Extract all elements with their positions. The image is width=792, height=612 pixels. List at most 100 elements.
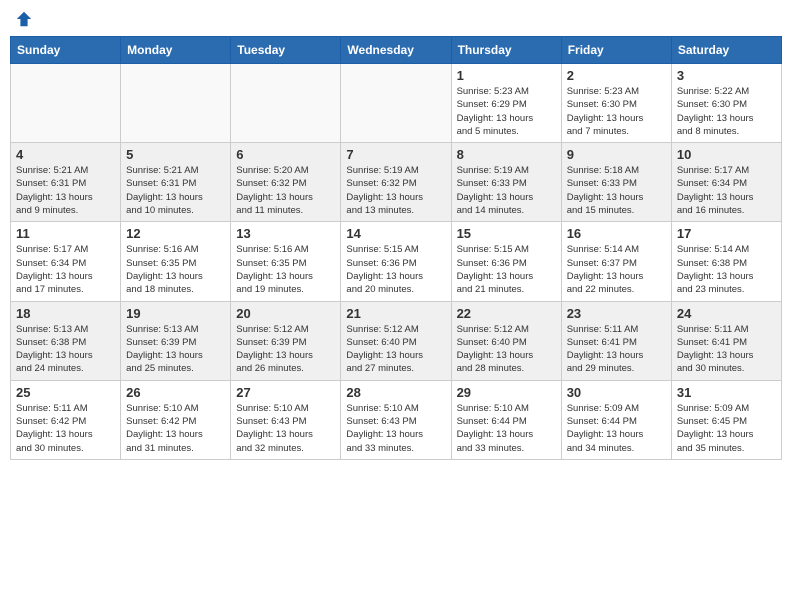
calendar-cell: 22Sunrise: 5:12 AM Sunset: 6:40 PM Dayli… bbox=[451, 301, 561, 380]
calendar-cell: 14 Sunrise: 5:15 AM Sunset: 6:36 PM Dayli… bbox=[341, 222, 451, 301]
calendar-cell: 12 Sunrise: 5:16 AM Sunset: 6:35 PM Dayli… bbox=[121, 222, 231, 301]
day-info: Sunrise: 5:16 AM Sunset: 6:35 PM Dayligh… bbox=[126, 243, 225, 296]
day-number: 28 bbox=[346, 385, 445, 400]
day-info: Sunrise: 5:15 AM Sunset: 6:36 PM Dayligh… bbox=[346, 243, 445, 296]
calendar-cell: 9Sunrise: 5:18 AM Sunset: 6:33 PM Daylig… bbox=[561, 143, 671, 222]
day-info: Sunrise: 5:17 AM Sunset: 6:34 PM Dayligh… bbox=[677, 164, 776, 217]
day-number: 23 bbox=[567, 306, 666, 321]
day-number: 11 bbox=[16, 226, 115, 241]
logo-icon bbox=[15, 10, 33, 28]
logo bbox=[14, 10, 34, 28]
day-info: Sunrise: 5:19 AM Sunset: 6:33 PM Dayligh… bbox=[457, 164, 556, 217]
day-info: Sunrise: 5:11 AM Sunset: 6:42 PM Dayligh… bbox=[16, 402, 115, 455]
calendar-cell: 4 Sunrise: 5:21 AM Sunset: 6:31 PM Daylig… bbox=[11, 143, 121, 222]
calendar-cell: 30 Sunrise: 5:09 AM Sunset: 6:44 PM Dayli… bbox=[561, 380, 671, 459]
calendar-header-row: SundayMondayTuesdayWednesdayThursdayFrid… bbox=[11, 37, 782, 64]
calendar-cell: 31Sunrise: 5:09 AM Sunset: 6:45 PM Dayli… bbox=[671, 380, 781, 459]
day-header-saturday: Saturday bbox=[671, 37, 781, 64]
day-header-tuesday: Tuesday bbox=[231, 37, 341, 64]
calendar-cell: 6 Sunrise: 5:20 AM Sunset: 6:32 PM Daylig… bbox=[231, 143, 341, 222]
day-number: 1 bbox=[457, 68, 556, 83]
calendar-week-row: 18 Sunrise: 5:13 AM Sunset: 6:38 PM Dayli… bbox=[11, 301, 782, 380]
day-info: Sunrise: 5:19 AM Sunset: 6:32 PM Dayligh… bbox=[346, 164, 445, 217]
day-header-sunday: Sunday bbox=[11, 37, 121, 64]
day-info: Sunrise: 5:23 AM Sunset: 6:30 PM Dayligh… bbox=[567, 85, 666, 138]
calendar-cell bbox=[11, 64, 121, 143]
day-number: 8 bbox=[457, 147, 556, 162]
day-info: Sunrise: 5:10 AM Sunset: 6:42 PM Dayligh… bbox=[126, 402, 225, 455]
day-info: Sunrise: 5:14 AM Sunset: 6:37 PM Dayligh… bbox=[567, 243, 666, 296]
day-number: 6 bbox=[236, 147, 335, 162]
day-number: 2 bbox=[567, 68, 666, 83]
day-number: 19 bbox=[126, 306, 225, 321]
day-info: Sunrise: 5:15 AM Sunset: 6:36 PM Dayligh… bbox=[457, 243, 556, 296]
day-info: Sunrise: 5:12 AM Sunset: 6:40 PM Dayligh… bbox=[346, 323, 445, 376]
day-number: 27 bbox=[236, 385, 335, 400]
calendar-cell: 15Sunrise: 5:15 AM Sunset: 6:36 PM Dayli… bbox=[451, 222, 561, 301]
calendar-cell: 27 Sunrise: 5:10 AM Sunset: 6:43 PM Dayli… bbox=[231, 380, 341, 459]
day-header-wednesday: Wednesday bbox=[341, 37, 451, 64]
calendar-cell: 21 Sunrise: 5:12 AM Sunset: 6:40 PM Dayli… bbox=[341, 301, 451, 380]
day-info: Sunrise: 5:13 AM Sunset: 6:39 PM Dayligh… bbox=[126, 323, 225, 376]
calendar-cell: 3 Sunrise: 5:22 AM Sunset: 6:30 PM Daylig… bbox=[671, 64, 781, 143]
day-info: Sunrise: 5:10 AM Sunset: 6:44 PM Dayligh… bbox=[457, 402, 556, 455]
calendar-cell: 24 Sunrise: 5:11 AM Sunset: 6:41 PM Dayli… bbox=[671, 301, 781, 380]
day-number: 14 bbox=[346, 226, 445, 241]
day-info: Sunrise: 5:21 AM Sunset: 6:31 PM Dayligh… bbox=[16, 164, 115, 217]
calendar-cell: 18 Sunrise: 5:13 AM Sunset: 6:38 PM Dayli… bbox=[11, 301, 121, 380]
page-header bbox=[10, 10, 782, 28]
calendar-week-row: 4 Sunrise: 5:21 AM Sunset: 6:31 PM Daylig… bbox=[11, 143, 782, 222]
calendar-cell: 7 Sunrise: 5:19 AM Sunset: 6:32 PM Daylig… bbox=[341, 143, 451, 222]
day-header-thursday: Thursday bbox=[451, 37, 561, 64]
day-number: 26 bbox=[126, 385, 225, 400]
day-info: Sunrise: 5:12 AM Sunset: 6:39 PM Dayligh… bbox=[236, 323, 335, 376]
day-header-monday: Monday bbox=[121, 37, 231, 64]
day-number: 12 bbox=[126, 226, 225, 241]
day-number: 5 bbox=[126, 147, 225, 162]
day-number: 3 bbox=[677, 68, 776, 83]
calendar-cell: 13 Sunrise: 5:16 AM Sunset: 6:35 PM Dayli… bbox=[231, 222, 341, 301]
day-number: 30 bbox=[567, 385, 666, 400]
day-number: 18 bbox=[16, 306, 115, 321]
calendar-cell bbox=[121, 64, 231, 143]
day-info: Sunrise: 5:21 AM Sunset: 6:31 PM Dayligh… bbox=[126, 164, 225, 217]
day-info: Sunrise: 5:14 AM Sunset: 6:38 PM Dayligh… bbox=[677, 243, 776, 296]
calendar-cell bbox=[231, 64, 341, 143]
calendar-cell: 19 Sunrise: 5:13 AM Sunset: 6:39 PM Dayli… bbox=[121, 301, 231, 380]
day-number: 16 bbox=[567, 226, 666, 241]
day-number: 10 bbox=[677, 147, 776, 162]
calendar-cell bbox=[341, 64, 451, 143]
day-info: Sunrise: 5:20 AM Sunset: 6:32 PM Dayligh… bbox=[236, 164, 335, 217]
day-info: Sunrise: 5:09 AM Sunset: 6:44 PM Dayligh… bbox=[567, 402, 666, 455]
calendar-week-row: 11 Sunrise: 5:17 AM Sunset: 6:34 PM Dayli… bbox=[11, 222, 782, 301]
day-number: 24 bbox=[677, 306, 776, 321]
day-info: Sunrise: 5:10 AM Sunset: 6:43 PM Dayligh… bbox=[346, 402, 445, 455]
day-number: 7 bbox=[346, 147, 445, 162]
day-info: Sunrise: 5:10 AM Sunset: 6:43 PM Dayligh… bbox=[236, 402, 335, 455]
day-number: 21 bbox=[346, 306, 445, 321]
day-info: Sunrise: 5:12 AM Sunset: 6:40 PM Dayligh… bbox=[457, 323, 556, 376]
calendar-cell: 10 Sunrise: 5:17 AM Sunset: 6:34 PM Dayli… bbox=[671, 143, 781, 222]
calendar-cell: 23 Sunrise: 5:11 AM Sunset: 6:41 PM Dayli… bbox=[561, 301, 671, 380]
day-number: 13 bbox=[236, 226, 335, 241]
day-info: Sunrise: 5:11 AM Sunset: 6:41 PM Dayligh… bbox=[677, 323, 776, 376]
calendar-cell: 25Sunrise: 5:11 AM Sunset: 6:42 PM Dayli… bbox=[11, 380, 121, 459]
calendar-cell: 29Sunrise: 5:10 AM Sunset: 6:44 PM Dayli… bbox=[451, 380, 561, 459]
calendar-cell: 28 Sunrise: 5:10 AM Sunset: 6:43 PM Dayli… bbox=[341, 380, 451, 459]
calendar-cell: 2 Sunrise: 5:23 AM Sunset: 6:30 PM Daylig… bbox=[561, 64, 671, 143]
calendar-cell: 8 Sunrise: 5:19 AM Sunset: 6:33 PM Daylig… bbox=[451, 143, 561, 222]
calendar-cell: 17 Sunrise: 5:14 AM Sunset: 6:38 PM Dayli… bbox=[671, 222, 781, 301]
calendar-cell: 16 Sunrise: 5:14 AM Sunset: 6:37 PM Dayli… bbox=[561, 222, 671, 301]
day-number: 17 bbox=[677, 226, 776, 241]
day-info: Sunrise: 5:17 AM Sunset: 6:34 PM Dayligh… bbox=[16, 243, 115, 296]
day-info: Sunrise: 5:22 AM Sunset: 6:30 PM Dayligh… bbox=[677, 85, 776, 138]
day-info: Sunrise: 5:09 AM Sunset: 6:45 PM Dayligh… bbox=[677, 402, 776, 455]
day-info: Sunrise: 5:23 AM Sunset: 6:29 PM Dayligh… bbox=[457, 85, 556, 138]
day-number: 4 bbox=[16, 147, 115, 162]
day-info: Sunrise: 5:11 AM Sunset: 6:41 PM Dayligh… bbox=[567, 323, 666, 376]
calendar-cell: 5 Sunrise: 5:21 AM Sunset: 6:31 PM Daylig… bbox=[121, 143, 231, 222]
calendar-week-row: 1 Sunrise: 5:23 AM Sunset: 6:29 PM Daylig… bbox=[11, 64, 782, 143]
day-info: Sunrise: 5:16 AM Sunset: 6:35 PM Dayligh… bbox=[236, 243, 335, 296]
day-info: Sunrise: 5:13 AM Sunset: 6:38 PM Dayligh… bbox=[16, 323, 115, 376]
day-number: 20 bbox=[236, 306, 335, 321]
